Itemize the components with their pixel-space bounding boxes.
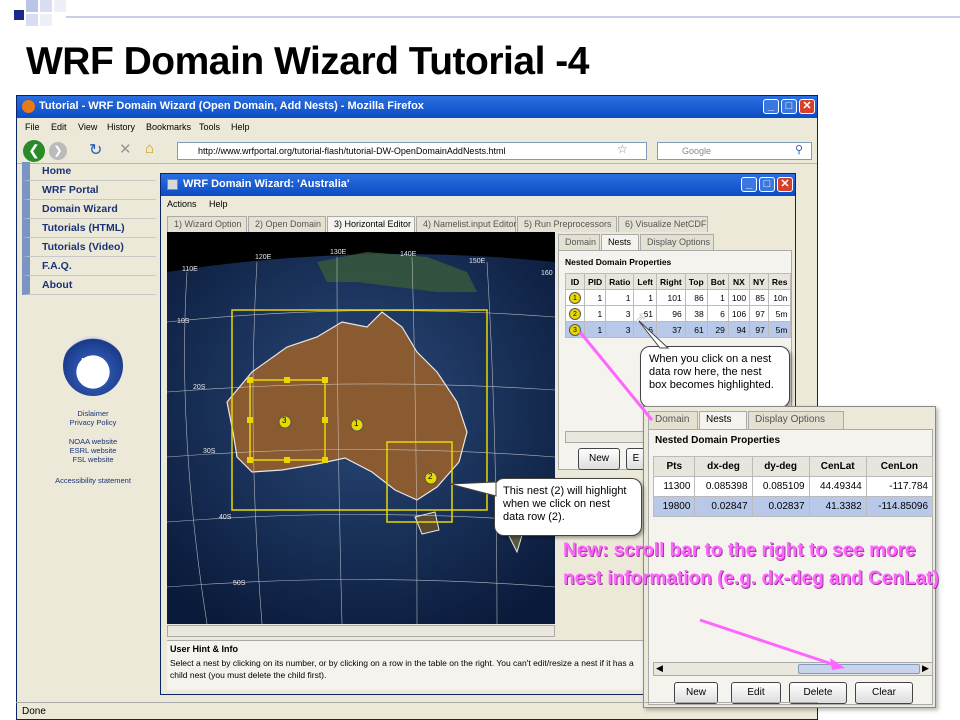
- pink-arrow-row: [578, 331, 654, 421]
- pink-arrows: [578, 331, 845, 670]
- status-text: Done: [22, 706, 46, 717]
- pink-arrowhead: [830, 658, 845, 670]
- scroll-note: New: scroll bar to the right to see more…: [563, 540, 939, 589]
- status-bar: Done: [16, 702, 818, 720]
- pink-arrow-scroll: [699, 618, 839, 668]
